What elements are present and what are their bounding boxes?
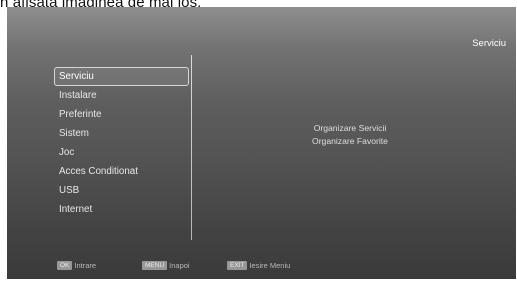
screen-title: Serviciu — [472, 38, 506, 49]
menu-item-acces-conditionat[interactable]: Acces Conditionat — [54, 162, 189, 181]
main-menu: Serviciu Instalare Preferinte Sistem Joc… — [54, 67, 189, 219]
menu-key-badge: MENU — [142, 260, 168, 270]
ok-key-badge: OK — [57, 260, 73, 270]
hint-ok-label: Intrare — [74, 260, 97, 270]
submenu-item-organizare-servicii[interactable]: Organizare Servicii — [275, 122, 425, 135]
menu-item-instalare[interactable]: Instalare — [54, 86, 189, 105]
menu-item-serviciu[interactable]: Serviciu — [54, 67, 189, 86]
menu-item-joc[interactable]: Joc — [54, 143, 189, 162]
menu-divider — [191, 55, 192, 240]
menu-item-sistem[interactable]: Sistem — [54, 124, 189, 143]
menu-item-usb[interactable]: USB — [54, 181, 189, 200]
submenu-list: Organizare Servicii Organizare Favorite — [275, 122, 425, 148]
submenu-item-organizare-favorite[interactable]: Organizare Favorite — [275, 135, 425, 148]
hint-ok: OK Intrare — [57, 259, 96, 271]
menu-screen: Serviciu Serviciu Instalare Preferinte S… — [7, 7, 516, 279]
exit-key-badge: EXIT — [227, 260, 248, 270]
hint-exit: EXIT Iesire Meniu — [227, 259, 290, 271]
menu-item-preferinte[interactable]: Preferinte — [54, 105, 189, 124]
menu-item-internet[interactable]: Internet — [54, 200, 189, 219]
hint-menu: MENU Inapoi — [142, 259, 190, 271]
hint-exit-label: Iesire Meniu — [249, 260, 291, 270]
hint-menu-label: Inapoi — [169, 260, 190, 270]
